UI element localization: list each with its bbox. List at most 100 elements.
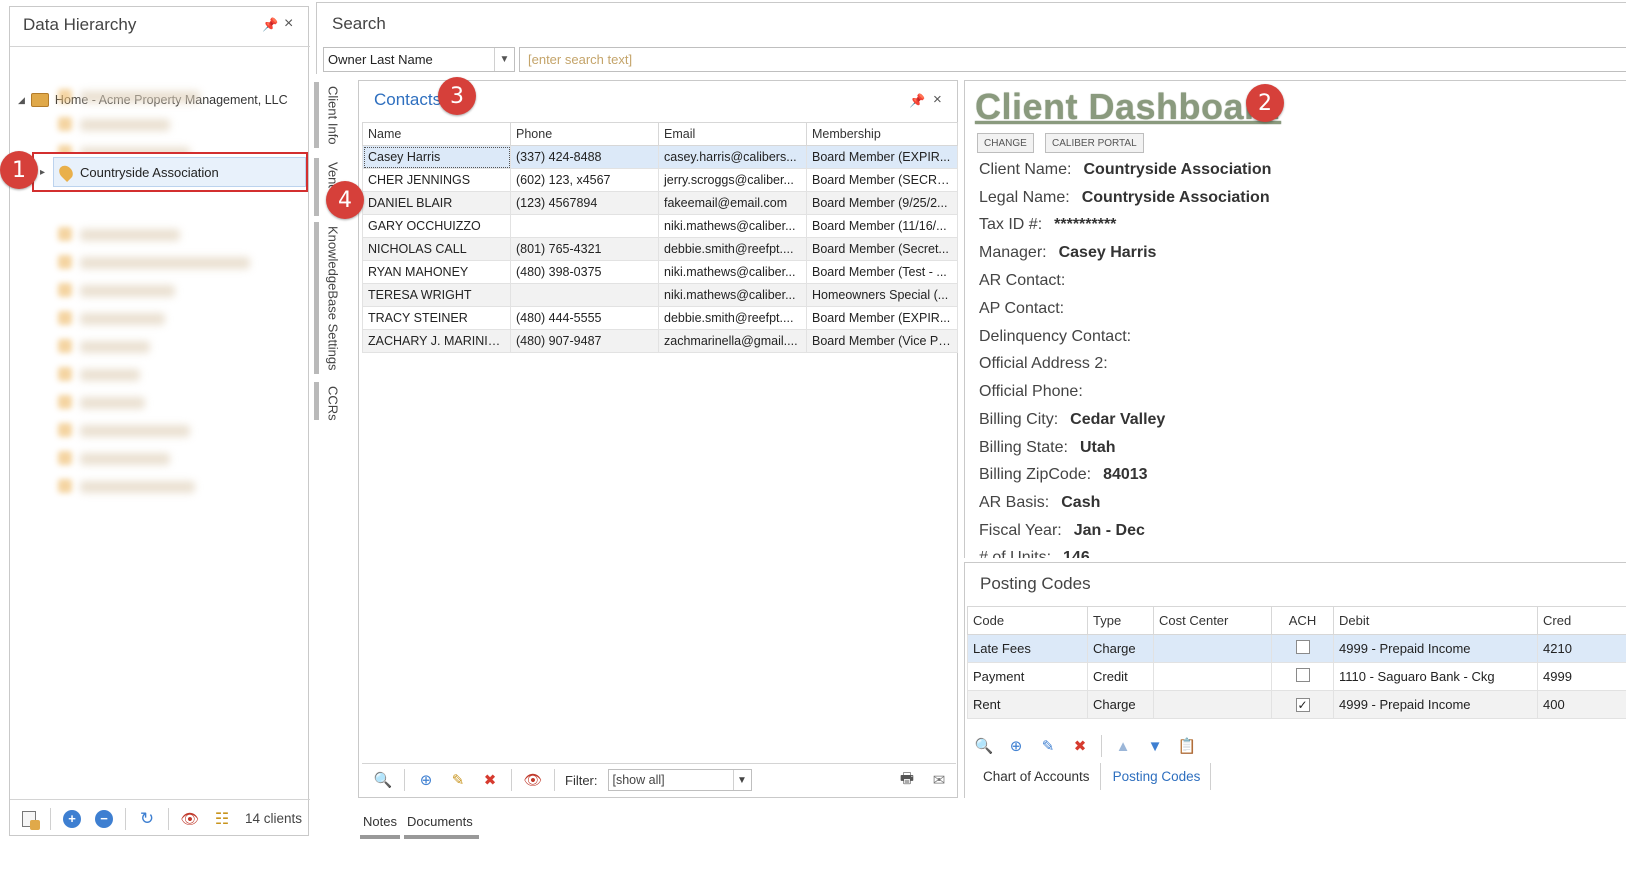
paste-icon[interactable]: 📋: [1176, 735, 1198, 757]
email-icon[interactable]: ✉: [928, 769, 950, 791]
cell-membership[interactable]: Board Member (EXPIR...: [806, 145, 958, 169]
table-row[interactable]: Payment Credit 1110 - Saguaro Bank - Ckg…: [967, 662, 1626, 691]
pin-icon[interactable]: 📌: [909, 93, 925, 109]
table-row[interactable]: Rent Charge ✓ 4999 - Prepaid Income 400: [967, 690, 1626, 719]
blurred-tree-item[interactable]: [80, 481, 195, 493]
blurred-tree-item[interactable]: [80, 257, 250, 269]
move-down-icon[interactable]: ▼: [1144, 735, 1166, 757]
table-row[interactable]: ZACHARY J. MARINIL... (480) 907-9487 zac…: [362, 329, 958, 353]
cell-cost-center[interactable]: [1153, 662, 1272, 691]
cell-email[interactable]: jerry.scroggs@caliber...: [658, 168, 807, 192]
cell-phone[interactable]: [510, 283, 659, 307]
cell-code[interactable]: Payment: [967, 662, 1088, 691]
print-icon[interactable]: 🖶: [896, 769, 918, 791]
cell-membership[interactable]: Board Member (EXPIR...: [806, 306, 958, 330]
cell-email[interactable]: fakeemail@email.com: [658, 191, 807, 215]
search-input[interactable]: [enter search text]: [519, 47, 1626, 72]
view-contact-icon[interactable]: 🔍: [372, 769, 394, 791]
cell-email[interactable]: niki.mathews@caliber...: [658, 214, 807, 238]
ach-checkbox-checked[interactable]: ✓: [1295, 698, 1310, 712]
cell-type[interactable]: Charge: [1087, 690, 1154, 719]
tab-knowledgebase-settings[interactable]: KnowledgeBase Settings: [320, 220, 346, 380]
tab-documents[interactable]: Documents: [403, 812, 479, 839]
cell-email[interactable]: debbie.smith@reefpt....: [658, 237, 807, 261]
table-row[interactable]: DANIEL BLAIR (123) 4567894 fakeemail@ema…: [362, 191, 958, 215]
expand-arrow-icon[interactable]: ▸: [40, 167, 45, 178]
table-row[interactable]: NICHOLAS CALL (801) 765-4321 debbie.smit…: [362, 237, 958, 261]
edit-posting-code-icon[interactable]: ✎: [1037, 735, 1059, 757]
ach-checkbox[interactable]: [1295, 668, 1310, 682]
delete-posting-code-icon[interactable]: ✖: [1069, 735, 1091, 757]
pin-icon[interactable]: 📌: [262, 17, 278, 33]
hierarchy-icon[interactable]: ☷: [211, 808, 233, 830]
search-grid-icon[interactable]: 🔍: [973, 735, 995, 757]
column-header-cost-center[interactable]: Cost Center: [1153, 606, 1272, 635]
tree-item-selected[interactable]: ▸ Countryside Association: [32, 152, 308, 192]
tab-posting-codes[interactable]: Posting Codes: [1103, 763, 1212, 790]
cell-membership[interactable]: Homeowners Special (...: [806, 283, 958, 307]
cell-phone[interactable]: (602) 123, x4567: [510, 168, 659, 192]
close-icon[interactable]: ×: [933, 91, 942, 108]
cell-name[interactable]: DANIEL BLAIR: [362, 191, 511, 215]
blurred-tree-item[interactable]: [80, 285, 175, 297]
cell-cost-center[interactable]: [1153, 634, 1272, 663]
blurred-tree-item[interactable]: [80, 369, 140, 381]
collapse-all-icon[interactable]: −: [93, 808, 115, 830]
search-field-select[interactable]: Owner Last Name ▼: [323, 47, 515, 72]
cell-membership[interactable]: Board Member (9/25/2...: [806, 191, 958, 215]
cell-name[interactable]: TERESA WRIGHT: [362, 283, 511, 307]
cell-ach[interactable]: [1271, 634, 1334, 663]
column-header-debit[interactable]: Debit: [1333, 606, 1538, 635]
cell-name[interactable]: TRACY STEINER: [362, 306, 511, 330]
blurred-tree-item[interactable]: [80, 91, 200, 103]
column-header-membership[interactable]: Membership: [806, 122, 958, 146]
refresh-icon[interactable]: ↻: [136, 808, 158, 830]
chevron-down-icon[interactable]: ▼: [494, 48, 514, 71]
hide-icon[interactable]: 👁: [522, 769, 544, 791]
cell-name[interactable]: GARY OCCHUIZZO: [362, 214, 511, 238]
cell-phone[interactable]: [510, 214, 659, 238]
blurred-tree-item[interactable]: [80, 453, 170, 465]
table-row[interactable]: Late Fees Charge 4999 - Prepaid Income 4…: [967, 634, 1626, 663]
column-header-ach[interactable]: ACH: [1271, 606, 1334, 635]
move-up-icon[interactable]: ▲: [1112, 735, 1134, 757]
column-header-email[interactable]: Email: [658, 122, 807, 146]
add-contact-icon[interactable]: ⊕: [415, 769, 437, 791]
caliber-portal-button[interactable]: CALIBER PORTAL: [1045, 133, 1144, 153]
blurred-tree-item[interactable]: [80, 341, 150, 353]
cell-email[interactable]: debbie.smith@reefpt....: [658, 306, 807, 330]
column-header-phone[interactable]: Phone: [510, 122, 659, 146]
blurred-tree-item[interactable]: [80, 313, 165, 325]
table-row[interactable]: RYAN MAHONEY (480) 398-0375 niki.mathews…: [362, 260, 958, 284]
cell-credit[interactable]: 4999: [1537, 662, 1626, 691]
column-header-credit[interactable]: Cred: [1537, 606, 1626, 635]
cell-phone[interactable]: (123) 4567894: [510, 191, 659, 215]
blurred-tree-item[interactable]: [80, 229, 180, 241]
collapse-arrow-icon[interactable]: ◢: [18, 95, 25, 106]
cell-membership[interactable]: Board Member (Secret...: [806, 237, 958, 261]
cell-phone[interactable]: (337) 424-8488: [510, 145, 659, 169]
cell-code[interactable]: Late Fees: [967, 634, 1088, 663]
edit-contact-icon[interactable]: ✎: [447, 769, 469, 791]
cell-name[interactable]: CHER JENNINGS: [362, 168, 511, 192]
cell-credit[interactable]: 400: [1537, 690, 1626, 719]
cell-name[interactable]: RYAN MAHONEY: [362, 260, 511, 284]
cell-name[interactable]: ZACHARY J. MARINIL...: [362, 329, 511, 353]
cell-membership[interactable]: Board Member (Test - ...: [806, 260, 958, 284]
cell-ach[interactable]: [1271, 662, 1334, 691]
column-header-name[interactable]: Name: [362, 122, 511, 146]
cell-ach[interactable]: ✓: [1271, 690, 1334, 719]
cell-email[interactable]: zachmarinella@gmail....: [658, 329, 807, 353]
cell-email[interactable]: niki.mathews@caliber...: [658, 260, 807, 284]
cell-debit[interactable]: 4999 - Prepaid Income: [1333, 634, 1538, 663]
cell-email[interactable]: casey.harris@calibers...: [658, 145, 807, 169]
cell-credit[interactable]: 4210: [1537, 634, 1626, 663]
expand-all-icon[interactable]: +: [61, 808, 83, 830]
cell-phone[interactable]: (480) 444-5555: [510, 306, 659, 330]
tab-ccrs[interactable]: CCRs: [320, 380, 346, 421]
ach-checkbox[interactable]: [1295, 640, 1310, 654]
cell-type[interactable]: Charge: [1087, 634, 1154, 663]
delete-contact-icon[interactable]: ✖: [479, 769, 501, 791]
hide-icon[interactable]: 👁: [179, 808, 201, 830]
tab-notes[interactable]: Notes: [360, 812, 400, 839]
